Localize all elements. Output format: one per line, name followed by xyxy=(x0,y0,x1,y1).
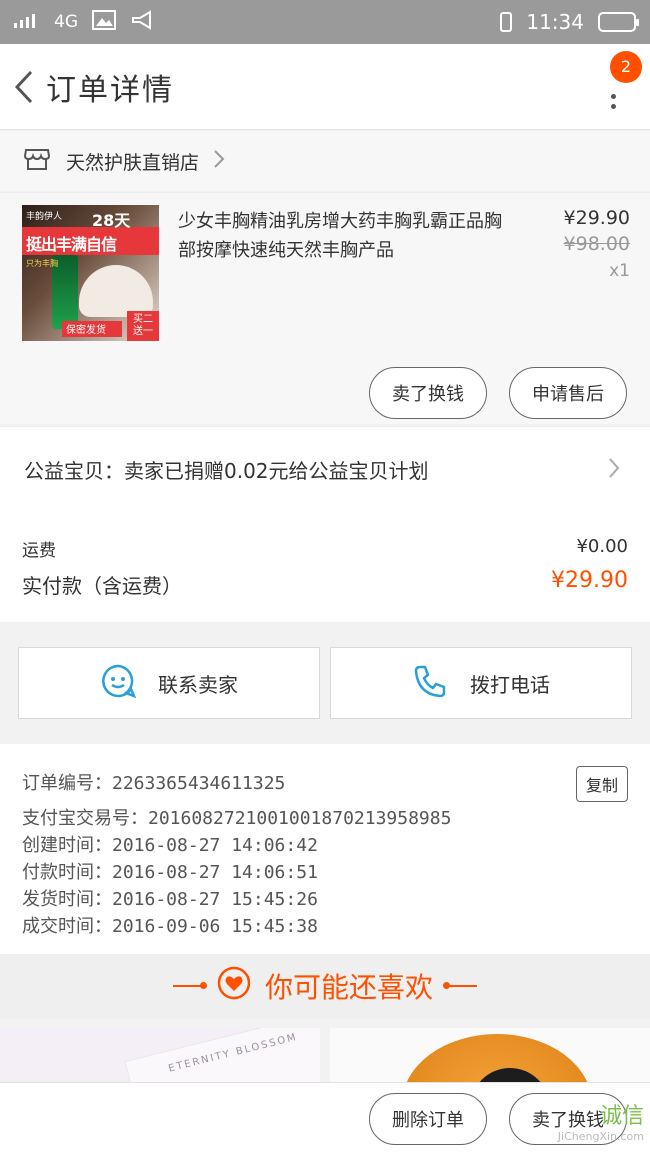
product-image-foot: 保密发货 xyxy=(66,325,106,336)
signal-icon xyxy=(14,12,40,33)
divider-left xyxy=(172,982,207,989)
product-image-sub: 只为丰胸 xyxy=(26,259,58,268)
call-phone-label: 拨打电话 xyxy=(470,672,550,697)
contact-seller-button[interactable]: 联系卖家 xyxy=(18,647,320,719)
watermark-site: JiChengXin.com xyxy=(557,1130,644,1143)
message-badge: 2 xyxy=(610,50,642,83)
notification-icon xyxy=(130,9,154,35)
product-title[interactable]: 少女丰胸精油乳房增大药丰胸乳霸正品胸部按摩快速纯天然丰胸产品 xyxy=(178,207,518,265)
divider-right xyxy=(443,982,477,989)
order-info: 订单编号：2263365434611325 支付宝交易号：20160827210… xyxy=(0,744,650,954)
watermark: 诚信 JiChengXin.com xyxy=(558,1098,644,1143)
more-icon xyxy=(610,93,616,109)
phone-icon xyxy=(412,663,448,704)
product-price: ¥29.90 xyxy=(563,207,630,229)
more-menu-button[interactable]: 2 xyxy=(598,50,642,117)
shop-name: 天然护肤直销店 xyxy=(66,151,200,174)
order-totals: 运费 ¥0.00 实付款（含运费） ¥29.90 xyxy=(0,512,650,622)
product-quantity: x1 xyxy=(609,261,630,281)
delete-order-button[interactable]: 删除订单 xyxy=(369,1093,487,1145)
vibrate-icon xyxy=(500,12,513,32)
battery-icon xyxy=(598,12,639,32)
order-number: 订单编号：2263365434611325 xyxy=(22,773,286,794)
alipay-number: 支付宝交易号：2016082721001001870213958985 xyxy=(22,808,452,829)
page-title: 订单详情 xyxy=(46,72,174,108)
clock: 11:34 xyxy=(526,10,584,34)
shipping-value: ¥0.00 xyxy=(576,536,628,557)
shop-row[interactable]: 天然护肤直销店 xyxy=(0,131,650,191)
charity-row[interactable]: 公益宝贝：卖家已捐赠0.02元给公益宝贝计划 xyxy=(0,426,650,512)
heart-icon xyxy=(217,966,251,1007)
chevron-right-icon xyxy=(608,457,620,483)
contact-actions: 联系卖家 拨打电话 xyxy=(0,632,650,732)
after-sale-button[interactable]: 申请售后 xyxy=(509,367,627,419)
product-image-days: 28天 xyxy=(92,211,131,230)
recommend-header: 你可能还喜欢 xyxy=(0,954,650,1018)
product-image-brand: 丰韵伊人 xyxy=(26,212,63,222)
recommend-card-text: ETERNITY BLOSSOM xyxy=(167,1031,299,1075)
call-phone-button[interactable]: 拨打电话 xyxy=(330,647,632,719)
watermark-brand: 诚信 xyxy=(599,1104,644,1129)
chevron-right-icon xyxy=(213,149,225,173)
contact-seller-label: 联系卖家 xyxy=(158,672,238,697)
copy-button[interactable]: 复制 xyxy=(576,766,628,802)
shipped-time: 发货时间：2016-08-27 15:45:26 xyxy=(22,889,318,910)
bottom-bar: 删除订单 卖了换钱 xyxy=(0,1082,650,1155)
header: 订单详情 2 xyxy=(0,44,650,130)
network-label: 4G xyxy=(54,12,78,32)
shipping-label: 运费 xyxy=(22,541,56,561)
product-image-corner: 买二送一 xyxy=(133,314,153,337)
paid-time: 付款时间：2016-08-27 14:06:51 xyxy=(22,862,318,883)
shop-icon xyxy=(23,147,51,175)
chat-icon xyxy=(100,663,137,704)
recommend-title: 你可能还喜欢 xyxy=(264,971,433,1004)
product-card[interactable]: 丰韵伊人 28天 挺出丰满自信 只为丰胸 保密发货 买二送一 少女丰胸精油乳房增… xyxy=(0,192,650,424)
product-original-price: ¥98.00 xyxy=(563,233,630,255)
status-bar: 4G 11:34 xyxy=(0,0,650,44)
paid-label: 实付款（含运费） xyxy=(22,574,182,598)
product-image[interactable]: 丰韵伊人 28天 挺出丰满自信 只为丰胸 保密发货 买二送一 xyxy=(22,205,159,341)
paid-value: ¥29.90 xyxy=(551,568,628,593)
created-time: 创建时间：2016-08-27 14:06:42 xyxy=(22,835,318,856)
sell-item-button[interactable]: 卖了换钱 xyxy=(369,367,487,419)
image-icon xyxy=(92,9,116,35)
product-image-headline: 挺出丰满自信 xyxy=(26,235,117,254)
charity-text: 公益宝贝：卖家已捐赠0.02元给公益宝贝计划 xyxy=(24,459,429,483)
back-icon[interactable] xyxy=(4,67,44,107)
completed-time: 成交时间：2016-09-06 15:45:38 xyxy=(22,916,318,937)
